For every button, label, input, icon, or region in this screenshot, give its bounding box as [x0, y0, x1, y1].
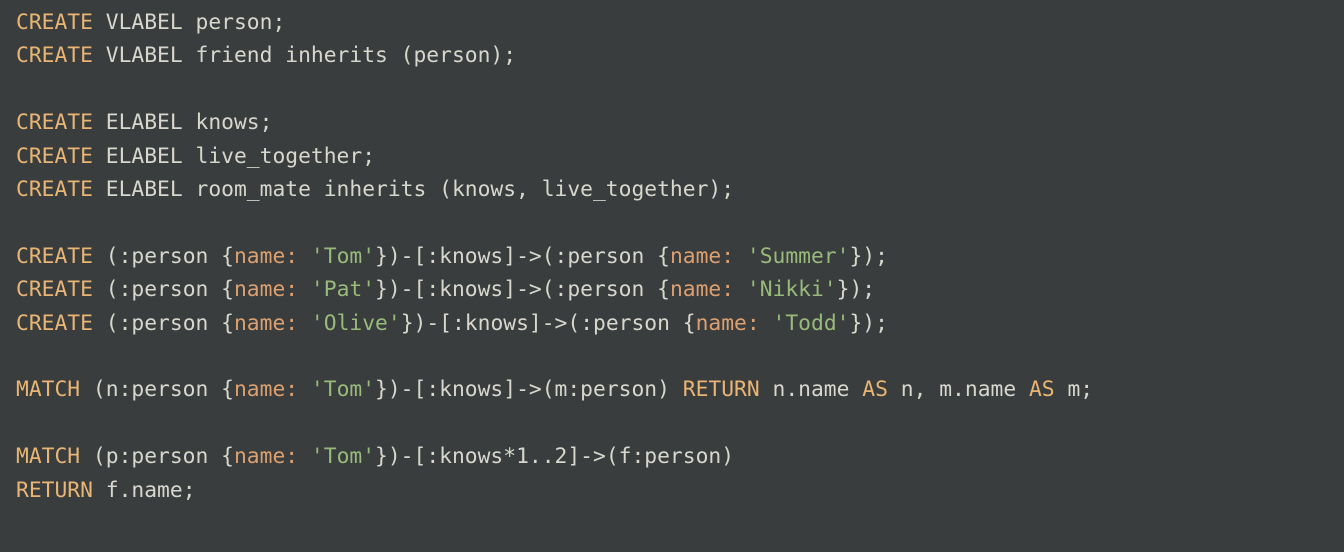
code-token-id: })-[:knows*1..2]->(f:person) — [375, 444, 734, 469]
code-token-kw: CREATE — [16, 277, 93, 302]
code-token-str: 'Olive' — [311, 311, 401, 336]
code-token-id: ELABEL knows; — [93, 110, 273, 135]
code-token-kw: RETURN — [16, 478, 93, 503]
code-token-str: 'Tom' — [311, 244, 375, 269]
code-token-kw: RETURN — [683, 377, 760, 402]
code-token-id: (p:person { — [80, 444, 234, 469]
code-token-attr: name: — [696, 311, 760, 336]
code-token-id: f.name; — [93, 478, 196, 503]
code-token-kw: CREATE — [16, 244, 93, 269]
code-line: CREATE (:person {name: 'Olive'})-[:knows… — [16, 311, 888, 336]
code-token-str: 'Tom' — [311, 377, 375, 402]
code-token-kw: MATCH — [16, 444, 80, 469]
code-line: RETURN f.name; — [16, 478, 196, 503]
code-token-id: VLABEL friend inherits (person); — [93, 43, 516, 68]
code-block: CREATE VLABEL person; CREATE VLABEL frie… — [0, 0, 1344, 513]
code-line: CREATE (:person {name: 'Pat'})-[:knows]-… — [16, 277, 875, 302]
code-token-attr: name: — [234, 444, 298, 469]
code-token-id: }); — [837, 277, 875, 302]
code-token-kw: CREATE — [16, 110, 93, 135]
code-token-id: VLABEL person; — [93, 10, 285, 35]
code-token-attr: name: — [670, 277, 734, 302]
code-token-str: 'Pat' — [311, 277, 375, 302]
code-token-id — [298, 311, 311, 336]
code-token-str: 'Tom' — [311, 444, 375, 469]
code-token-id: }); — [849, 311, 887, 336]
code-token-kw: CREATE — [16, 43, 93, 68]
code-token-id: ELABEL room_mate inherits (knows, live_t… — [93, 177, 734, 202]
code-token-kw: MATCH — [16, 377, 80, 402]
code-token-id — [298, 377, 311, 402]
code-token-kw: CREATE — [16, 177, 93, 202]
code-token-id — [298, 444, 311, 469]
code-token-id: (:person { — [93, 277, 234, 302]
code-token-attr: name: — [234, 311, 298, 336]
code-token-id: n.name — [760, 377, 863, 402]
code-token-attr: name: — [234, 277, 298, 302]
code-line: CREATE ELABEL knows; — [16, 110, 272, 135]
code-token-id: n, m.name — [888, 377, 1029, 402]
code-token-kw: CREATE — [16, 10, 93, 35]
code-token-attr: name: — [234, 244, 298, 269]
code-token-id: (n:person { — [80, 377, 234, 402]
code-token-id — [734, 277, 747, 302]
code-token-attr: name: — [670, 244, 734, 269]
code-token-id — [298, 244, 311, 269]
code-token-str: 'Nikki' — [747, 277, 837, 302]
code-token-id — [298, 277, 311, 302]
code-token-attr: name: — [234, 377, 298, 402]
code-token-id: ELABEL live_together; — [93, 144, 375, 169]
code-token-id: })-[:knows]->(:person { — [401, 311, 696, 336]
code-token-id: })-[:knows]->(m:person) — [375, 377, 683, 402]
code-token-str: 'Todd' — [773, 311, 850, 336]
code-line: CREATE ELABEL live_together; — [16, 144, 375, 169]
code-token-kw: CREATE — [16, 311, 93, 336]
code-token-id — [760, 311, 773, 336]
code-token-str: 'Summer' — [747, 244, 850, 269]
code-line: CREATE ELABEL room_mate inherits (knows,… — [16, 177, 734, 202]
code-line: CREATE VLABEL friend inherits (person); — [16, 43, 516, 68]
code-token-id: m; — [1055, 377, 1093, 402]
code-line: CREATE (:person {name: 'Tom'})-[:knows]-… — [16, 244, 888, 269]
code-token-id: (:person { — [93, 244, 234, 269]
code-token-kw: AS — [862, 377, 888, 402]
code-line: MATCH (n:person {name: 'Tom'})-[:knows]-… — [16, 377, 1093, 402]
code-token-kw: CREATE — [16, 144, 93, 169]
code-token-id: }); — [849, 244, 887, 269]
code-token-id — [734, 244, 747, 269]
code-token-kw: AS — [1029, 377, 1055, 402]
code-line: MATCH (p:person {name: 'Tom'})-[:knows*1… — [16, 444, 734, 469]
code-line: CREATE VLABEL person; — [16, 10, 285, 35]
code-token-id: })-[:knows]->(:person { — [375, 244, 670, 269]
code-token-id: (:person { — [93, 311, 234, 336]
code-token-id: })-[:knows]->(:person { — [375, 277, 670, 302]
